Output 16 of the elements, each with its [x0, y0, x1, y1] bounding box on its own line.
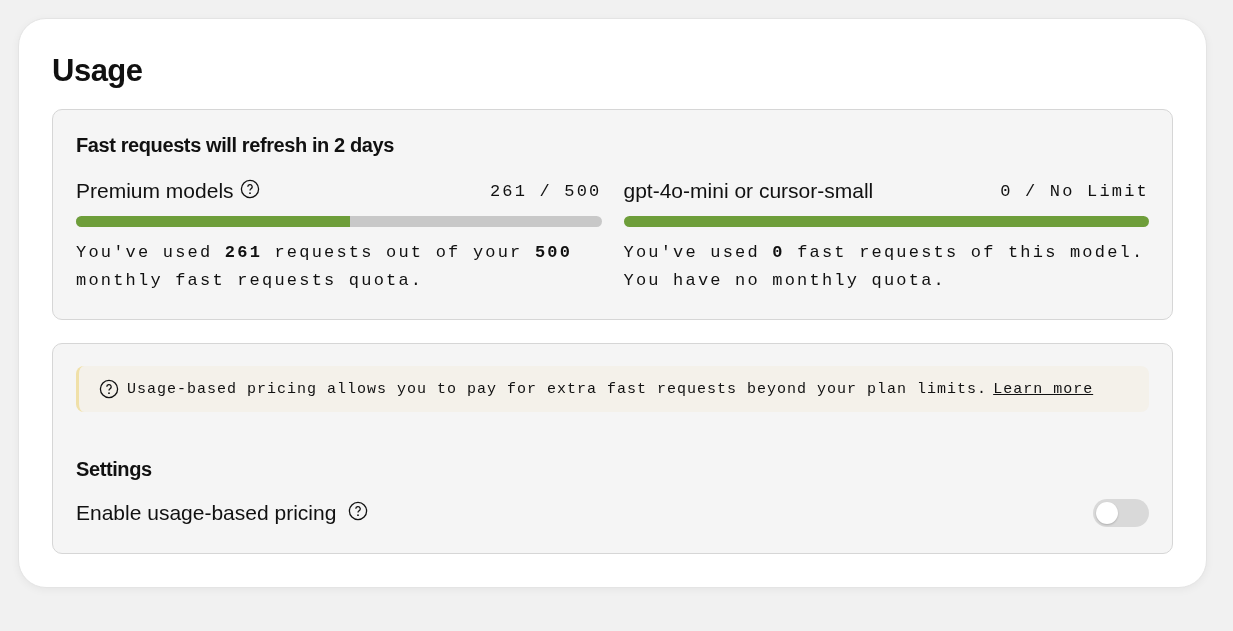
setting-label: Enable usage-based pricing	[76, 501, 337, 525]
help-icon[interactable]	[239, 179, 260, 199]
settings-heading: Settings	[76, 458, 153, 481]
usage-description: You've used 0 fast requests of this model. You have no monthly quota.	[623, 242, 1146, 292]
usage-description: You've used 261 requests out of your 500 monthly fast requests quota.	[76, 242, 574, 292]
help-icon[interactable]	[99, 379, 119, 399]
learn-more-link[interactable]: Learn more	[993, 380, 1094, 398]
toggle-switch[interactable]	[1093, 499, 1149, 527]
model-name: Premium models	[76, 179, 234, 203]
help-icon[interactable]	[348, 501, 369, 521]
pricing-notice: Usage-based pricing allows you to pay for extra fast requests beyond your plan limits. Learn more	[127, 380, 1094, 398]
request-count: 0 / No Limit	[1000, 181, 1149, 201]
refresh-heading: Fast requests will refresh in 2 days	[76, 134, 395, 157]
model-name: gpt-4o-mini or cursor-small	[623, 179, 874, 203]
page-title: Usage	[52, 53, 144, 89]
request-count: 261 / 500	[489, 181, 602, 201]
